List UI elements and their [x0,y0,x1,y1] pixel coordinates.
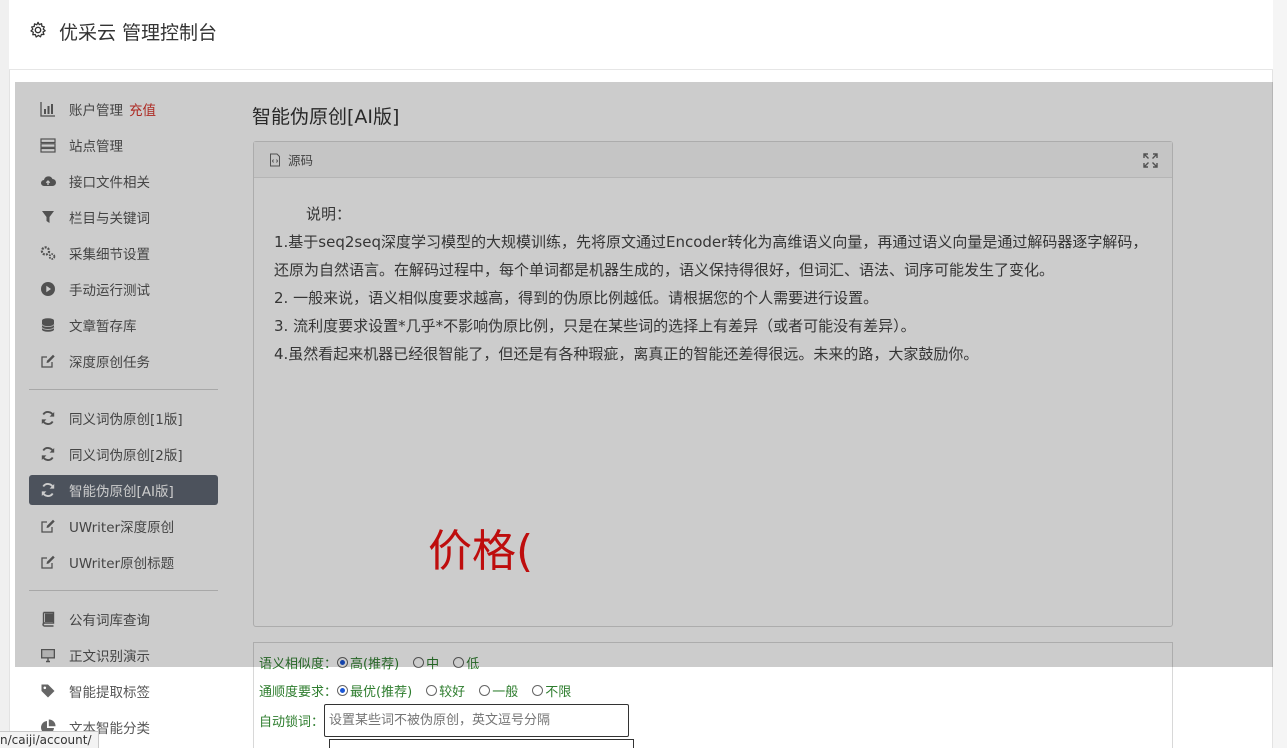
lock-row: 自动锁词： [259,704,630,737]
sidebar-item-label: 接口文件相关 [69,175,150,191]
status-url: n/caiji/account/ [0,731,99,748]
fluency-row: 通顺度要求： 最优(推荐) 较好 一般 不限 [259,681,585,700]
edit-icon [39,352,57,370]
gears-icon [39,244,57,262]
sidebar-item-0-6[interactable]: 文章暂存库 [29,307,218,343]
gear-icon [30,21,46,38]
fluency-normal-radio[interactable]: 一般 [479,681,518,700]
sidebar-item-label: 采集细节设置 [69,247,150,263]
recharge-link[interactable]: 充值 [129,99,156,119]
sidebar-item-label: 公有词库查询 [69,613,150,629]
description-line-3: 3. 流利度要求设置*几乎*不影响伪原比例，只是在某些词的选择上有差异（或者可能… [274,317,916,335]
refresh-icon [39,445,57,463]
monitor-icon [39,646,57,664]
sidebar-item-label: 站点管理 [69,139,123,155]
fluency-good-radio[interactable]: 较好 [426,681,465,700]
sidebar-item-label: 智能提取标签 [69,685,150,701]
sidebar-item-label: 手动运行测试 [69,283,150,299]
refresh-icon [39,481,57,499]
page-title: 智能伪原创[AI版] [252,106,400,128]
code-file-icon [270,153,280,166]
sidebar-item-1-3[interactable]: UWriter深度原创 [29,508,218,544]
lock-words-input[interactable] [324,704,630,737]
sidebar-item-label: 智能伪原创[AI版] [69,484,174,500]
refresh-icon [39,409,57,427]
similarity-high-radio[interactable]: 高(推荐) [337,653,399,672]
similarity-label: 语义相似度： [259,657,338,672]
fluency-label: 通顺度要求： [259,685,338,700]
book-icon [39,610,57,628]
sidebar-item-2-0[interactable]: 公有词库查询 [29,601,218,637]
sidebar-item-0-1[interactable]: 站点管理 [29,127,218,163]
intro-text: 说明： [306,205,352,223]
sidebar-item-1-2[interactable]: 智能伪原创[AI版] [29,475,218,505]
similarity-low-radio[interactable]: 低 [453,653,479,672]
sidebar-item-0-0[interactable]: 账户管理 充值 [29,91,218,127]
sidebar-item-1-1[interactable]: 同义词伪原创[2版] [29,436,218,472]
edit-icon [39,517,57,535]
sidebar-item-0-5[interactable]: 手动运行测试 [29,271,218,307]
play-icon [39,280,57,298]
bar-chart-icon [39,100,57,118]
sidebar-item-0-4[interactable]: 采集细节设置 [29,235,218,271]
panel-header: 源码 [254,142,1172,178]
top-header: 优采云 管理控制台 [9,0,1273,70]
fullscreen-icon[interactable] [1143,153,1158,168]
sidebar-item-0-3[interactable]: 栏目与关键词 [29,199,218,235]
tag-icon [39,682,57,700]
sidebar-divider [29,590,218,591]
similarity-mid-radio[interactable]: 中 [413,653,439,672]
sidebar-menu: 账户管理 充值站点管理接口文件相关 栏目与关键词 采集细节设置 手动运行测试 文章暂存库深… [29,91,218,745]
sidebar-item-label: 深度原创任务 [69,355,150,371]
scrollbar[interactable] [1273,0,1287,748]
sidebar-item-2-2[interactable]: 智能提取标签 [29,673,218,709]
description-line-4: 4.虽然看起来机器已经很智能了，但还是有各种瑕疵，离真正的智能还差得很远。未来的… [274,345,979,363]
second-input[interactable] [329,739,634,748]
price-label: 价格( [428,526,534,577]
similarity-row: 语义相似度： 高(推荐) 中 低 [259,653,493,672]
filter-icon [39,208,57,226]
description-line-2: 2. 一般来说，语义相似度要求越高，得到的伪原比例越低。请根据您的个人需要进行设… [274,289,879,307]
fluency-best-radio[interactable]: 最优(推荐) [337,681,412,700]
edit-icon [39,553,57,571]
description-line-1: 1.基于seq2seq深度学习模型的大规模训练，先将原文通过Encoder转化为… [274,233,1148,279]
sidebar-item-label: 正文识别演示 [69,649,150,665]
sidebar-divider [29,389,218,390]
sidebar-item-2-1[interactable]: 正文识别演示 [29,637,218,673]
database-icon [39,316,57,334]
server-icon [39,136,57,154]
sidebar-item-0-2[interactable]: 接口文件相关 [29,163,218,199]
sidebar: 账户管理 充值站点管理接口文件相关 栏目与关键词 采集细节设置 手动运行测试 文章暂存库深… [15,82,227,748]
fluency-any-radio[interactable]: 不限 [532,681,571,700]
sidebar-item-1-0[interactable]: 同义词伪原创[1版] [29,400,218,436]
sidebar-item-0-7[interactable]: 深度原创任务 [29,343,218,379]
sidebar-item-label: UWriter原创标题 [69,556,175,572]
sidebar-item-label: 同义词伪原创[2版] [69,448,183,464]
lock-label: 自动锁词： [259,715,325,730]
cloud-upload-icon [39,172,57,190]
app-title: 优采云 管理控制台 [59,22,218,44]
sidebar-item-label: 同义词伪原创[1版] [69,412,183,428]
sidebar-item-label: 账户管理 [69,103,123,119]
sidebar-item-label: 栏目与关键词 [69,211,150,227]
sidebar-item-label: 文章暂存库 [69,319,137,335]
sidebar-item-1-4[interactable]: UWriter原创标题 [29,544,218,580]
sidebar-item-label: UWriter深度原创 [69,520,175,536]
panel-head-label: 源码 [288,153,314,168]
panel-content[interactable]: 说明： 1.基于seq2seq深度学习模型的大规模训练，先将原文通过Encode… [254,178,1172,368]
source-panel: 源码 说明： 1.基于seq2seq深度学习模型的大规模训练，先将原文通过Enc… [253,141,1173,627]
